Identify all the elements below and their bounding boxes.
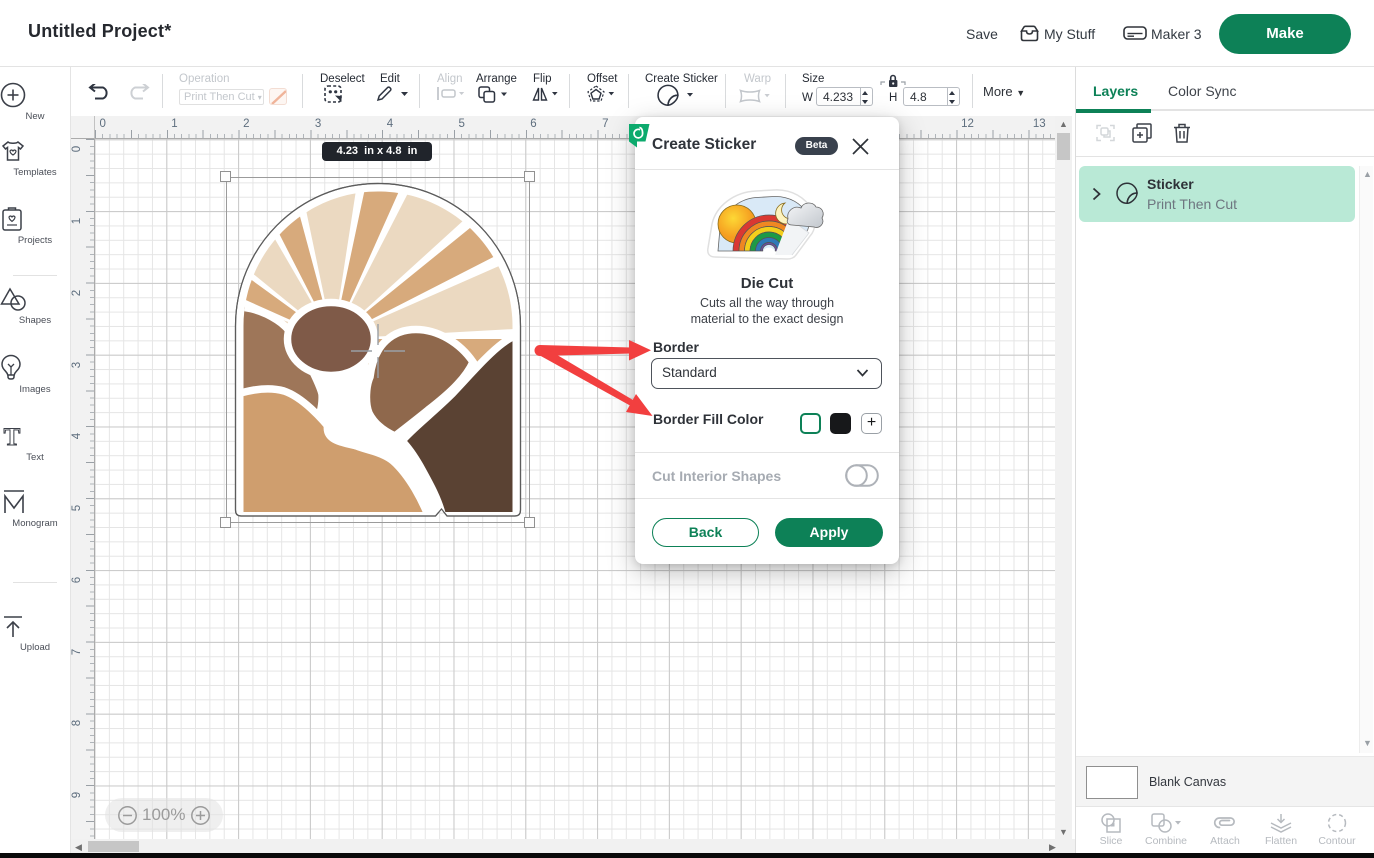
svg-text:T: T: [4, 424, 21, 449]
